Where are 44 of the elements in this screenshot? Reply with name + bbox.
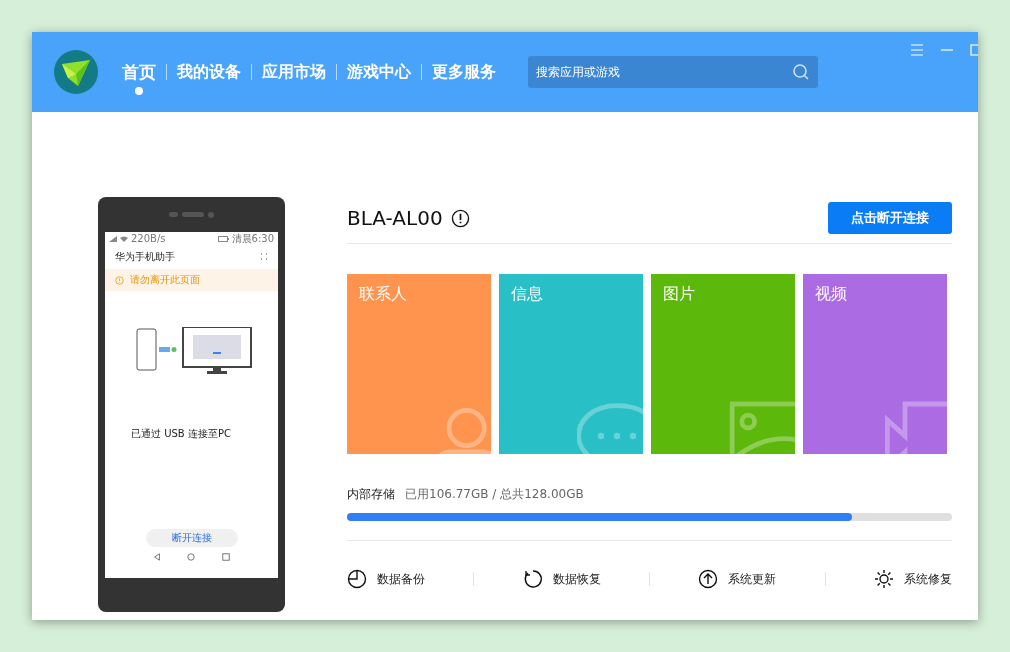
tile-label: 联系人 bbox=[359, 284, 407, 305]
settings-icon bbox=[873, 569, 894, 589]
device-name: BLA-AL00 bbox=[347, 206, 443, 230]
status-time: 清晨6:30 bbox=[231, 233, 274, 245]
signal-icon bbox=[109, 236, 117, 242]
app-title: 华为手机助手 bbox=[115, 250, 175, 264]
network-speed: 220B/s bbox=[131, 233, 166, 245]
search-field[interactable]: 搜索应用或游戏 bbox=[528, 56, 818, 88]
tool-button[interactable]: 系统更新 bbox=[698, 569, 777, 589]
logo-icon bbox=[54, 50, 98, 94]
connection-status: 已通过 USB 连接至PC bbox=[131, 427, 232, 441]
category-tile[interactable]: 联系人 bbox=[347, 274, 491, 454]
disconnect-button[interactable]: 断开连接 bbox=[145, 529, 238, 547]
category-tile[interactable]: 信息 bbox=[499, 274, 643, 454]
scan-icon[interactable] bbox=[260, 253, 268, 261]
nav-tab[interactable]: 游戏中心 bbox=[337, 61, 421, 95]
menu-icon[interactable] bbox=[910, 44, 924, 56]
storage-label: 内部存储 bbox=[347, 486, 395, 503]
home-icon[interactable] bbox=[187, 553, 196, 561]
search-icon[interactable] bbox=[792, 63, 810, 81]
recents-icon[interactable] bbox=[221, 553, 230, 561]
category-tile[interactable]: 视频 bbox=[803, 274, 947, 454]
storage-usage: 已用106.77GB / 总共128.00GB bbox=[405, 486, 584, 503]
category-tile[interactable]: 图片 bbox=[651, 274, 795, 454]
disconnect-button[interactable]: 点击断开连接 bbox=[828, 202, 952, 234]
wifi-icon bbox=[120, 236, 128, 242]
nav-tab[interactable]: 我的设备 bbox=[167, 61, 251, 95]
warning-icon bbox=[115, 275, 124, 285]
tile-label: 信息 bbox=[511, 284, 543, 305]
tool-button[interactable]: 系统修复 bbox=[873, 569, 952, 589]
nav-tab[interactable]: 首页 bbox=[112, 61, 166, 95]
nav-tab[interactable]: 更多服务 bbox=[422, 61, 506, 95]
upload-icon bbox=[698, 569, 719, 589]
restore-icon bbox=[522, 569, 543, 589]
tile-label: 视频 bbox=[815, 284, 847, 305]
back-icon[interactable] bbox=[153, 553, 162, 561]
tool-button[interactable]: 数据备份 bbox=[347, 569, 425, 589]
warning-text: 请勿离开此页面 bbox=[130, 273, 200, 287]
tile-label: 图片 bbox=[663, 284, 695, 305]
nav-tab[interactable]: 应用市场 bbox=[252, 61, 336, 95]
clock-icon bbox=[347, 569, 367, 589]
battery-icon bbox=[217, 236, 229, 242]
tool-button[interactable]: 数据恢复 bbox=[522, 569, 601, 589]
info-icon[interactable] bbox=[450, 208, 470, 228]
